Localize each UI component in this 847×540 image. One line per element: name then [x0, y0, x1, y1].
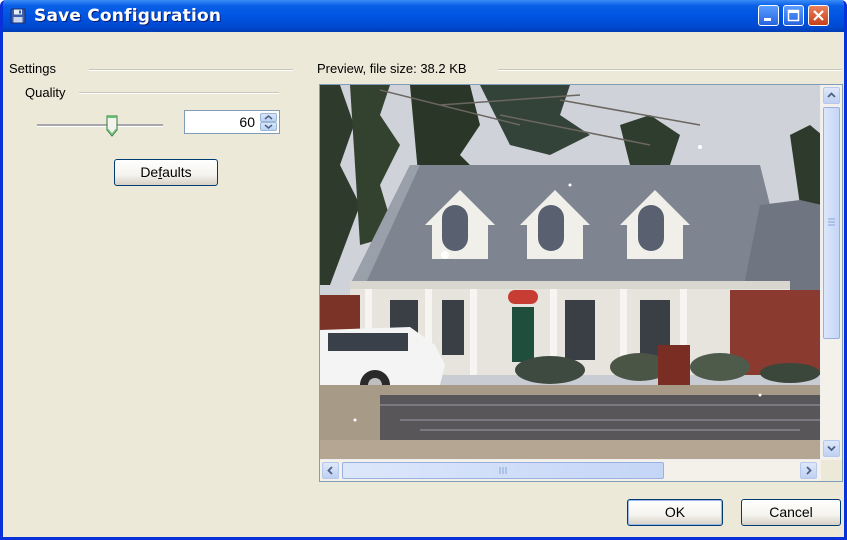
chevron-up-icon — [827, 92, 836, 98]
quality-spin-buttons — [260, 113, 277, 131]
scroll-right-button[interactable] — [800, 462, 817, 479]
quality-value[interactable]: 60 — [239, 114, 255, 130]
defaults-label-part: aults — [162, 164, 192, 180]
spin-up-button[interactable] — [260, 113, 277, 122]
spin-down-button[interactable] — [260, 122, 277, 131]
defaults-label-part: De — [140, 164, 159, 180]
settings-group-label: Settings — [9, 61, 56, 76]
cancel-label: Cancel — [769, 504, 813, 520]
grip-icon — [828, 218, 835, 226]
maximize-icon — [787, 9, 800, 22]
defaults-label: Defaults — [140, 160, 191, 185]
vertical-scroll-thumb[interactable] — [823, 107, 840, 339]
cancel-button[interactable]: Cancel — [741, 499, 841, 526]
ok-label: OK — [664, 504, 686, 520]
preview-divider — [498, 69, 842, 71]
horizontal-scrollbar[interactable] — [320, 459, 822, 481]
close-icon — [813, 10, 824, 21]
preview-label: Preview, file size: 38.2 KB — [317, 61, 467, 76]
chevron-right-icon — [806, 466, 812, 475]
horizontal-scroll-thumb[interactable] — [342, 462, 664, 479]
chevron-down-icon — [264, 124, 273, 129]
chevron-down-icon — [827, 445, 836, 452]
quality-divider — [79, 92, 279, 94]
ok-button[interactable]: OK — [627, 499, 723, 526]
scrollbar-corner — [821, 460, 842, 481]
quality-slider-thumb[interactable] — [106, 115, 118, 137]
settings-divider — [89, 69, 293, 71]
minimize-button[interactable] — [758, 5, 779, 26]
grip-icon — [499, 467, 507, 474]
quality-label: Quality — [25, 85, 66, 100]
defaults-button[interactable]: Defaults — [114, 159, 218, 186]
window-title: Save Configuration — [34, 6, 222, 26]
vertical-scrollbar[interactable] — [820, 85, 842, 461]
preview-image — [320, 85, 822, 461]
minimize-icon — [764, 18, 771, 21]
scroll-up-button[interactable] — [823, 87, 840, 104]
chevron-up-icon — [264, 115, 273, 120]
close-button[interactable] — [808, 5, 829, 26]
maximize-button[interactable] — [783, 5, 804, 26]
chevron-left-icon — [327, 466, 333, 475]
title-bar[interactable]: Save Configuration — [3, 0, 844, 32]
dialog-body: Settings Quality 60 Defaults Preview, fi… — [3, 32, 844, 537]
preview-panel[interactable] — [319, 84, 843, 482]
save-configuration-dialog: Save Configuration Settings Quality 60 D… — [0, 0, 847, 540]
scroll-left-button[interactable] — [322, 462, 339, 479]
scroll-down-button[interactable] — [823, 440, 840, 457]
floppy-disk-icon — [10, 8, 26, 24]
quality-spinbox[interactable]: 60 — [184, 110, 280, 134]
quality-slider-track[interactable] — [37, 124, 163, 127]
